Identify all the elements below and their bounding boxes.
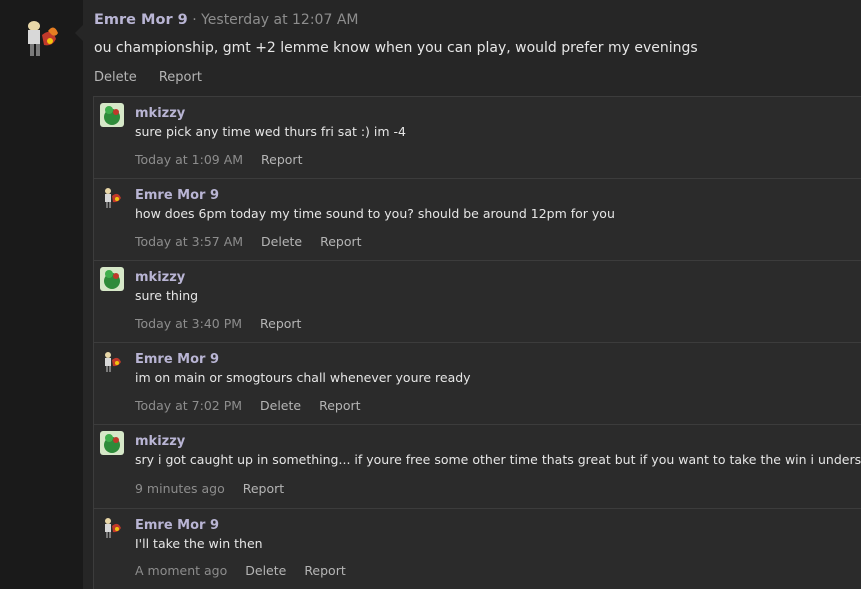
post-author[interactable]: Emre Mor 9 <box>94 12 188 28</box>
reply-text: sure thing <box>135 288 199 303</box>
reply-timestamp[interactable]: 9 minutes ago <box>135 481 225 496</box>
report-button[interactable]: Report <box>320 234 361 249</box>
reply-text: sry i got caught up in something... if y… <box>135 452 861 467</box>
reply-meta: Today at 7:02 PM Delete Report <box>135 398 375 413</box>
reply-item: Emre Mor 9 im on main or smogtours chall… <box>94 343 861 425</box>
reply-item: mkizzy sry i got caught up in something.… <box>94 425 861 509</box>
reply-avatar[interactable] <box>100 185 124 209</box>
reply-text: how does 6pm today my time sound to you?… <box>135 206 615 221</box>
delete-button[interactable]: Delete <box>94 70 137 85</box>
reply-meta: Today at 3:57 AM Delete Report <box>135 234 376 249</box>
delete-button[interactable]: Delete <box>245 563 286 578</box>
delete-button[interactable]: Delete <box>261 234 302 249</box>
reply-list: mkizzy sure pick any time wed thurs fri … <box>93 96 861 589</box>
reply-text: sure pick any time wed thurs fri sat :) … <box>135 124 406 139</box>
reply-author[interactable]: mkizzy <box>135 106 185 121</box>
reply-timestamp[interactable]: Today at 7:02 PM <box>135 398 242 413</box>
report-button[interactable]: Report <box>159 70 202 85</box>
reply-avatar[interactable] <box>100 103 124 127</box>
delete-button[interactable]: Delete <box>260 398 301 413</box>
post-header: Emre Mor 9 · Yesterday at 12:07 AM <box>94 12 358 28</box>
reply-author[interactable]: Emre Mor 9 <box>135 352 219 367</box>
fire-character-avatar-icon <box>28 21 58 56</box>
fire-character-avatar-icon <box>105 352 121 372</box>
reply-item: Emre Mor 9 I'll take the win then A mome… <box>94 509 861 589</box>
reply-avatar[interactable] <box>100 431 124 455</box>
reply-author[interactable]: mkizzy <box>135 434 185 449</box>
reply-avatar[interactable] <box>100 515 124 539</box>
report-button[interactable]: Report <box>304 563 345 578</box>
reply-meta: Today at 3:40 PM Report <box>135 316 315 331</box>
post-actions: Delete Report <box>94 70 220 85</box>
green-character-avatar-icon <box>100 267 124 291</box>
report-button[interactable]: Report <box>319 398 360 413</box>
fire-character-avatar-icon <box>105 188 121 208</box>
fire-character-avatar-icon <box>105 518 121 538</box>
reply-text: I'll take the win then <box>135 536 263 551</box>
reply-avatar[interactable] <box>100 267 124 291</box>
reply-meta: Today at 1:09 AM Report <box>135 152 316 167</box>
reply-timestamp[interactable]: Today at 1:09 AM <box>135 152 243 167</box>
reply-item: mkizzy sure pick any time wed thurs fri … <box>94 97 861 179</box>
reply-author[interactable]: mkizzy <box>135 270 185 285</box>
speech-caret <box>75 24 84 42</box>
reply-timestamp[interactable]: Today at 3:40 PM <box>135 316 242 331</box>
reply-item: Emre Mor 9 how does 6pm today my time so… <box>94 179 861 261</box>
reply-avatar[interactable] <box>100 349 124 373</box>
reply-item: mkizzy sure thing Today at 3:40 PM Repor… <box>94 261 861 343</box>
report-button[interactable]: Report <box>260 316 301 331</box>
reply-timestamp[interactable]: Today at 3:57 AM <box>135 234 243 249</box>
reply-meta: 9 minutes ago Report <box>135 481 298 496</box>
reply-timestamp[interactable]: A moment ago <box>135 563 227 578</box>
reply-author[interactable]: Emre Mor 9 <box>135 188 219 203</box>
green-character-avatar-icon <box>100 103 124 127</box>
post-timestamp[interactable]: Yesterday at 12:07 AM <box>201 12 358 28</box>
post-body: ou championship, gmt +2 lemme know when … <box>94 40 698 56</box>
author-avatar[interactable] <box>22 17 62 61</box>
reply-author[interactable]: Emre Mor 9 <box>135 518 219 533</box>
report-button[interactable]: Report <box>243 481 284 496</box>
green-character-avatar-icon <box>100 431 124 455</box>
report-button[interactable]: Report <box>261 152 302 167</box>
reply-text: im on main or smogtours chall whenever y… <box>135 370 471 385</box>
post-separator: · <box>192 12 197 28</box>
left-gutter <box>0 0 83 589</box>
reply-meta: A moment ago Delete Report <box>135 563 360 578</box>
